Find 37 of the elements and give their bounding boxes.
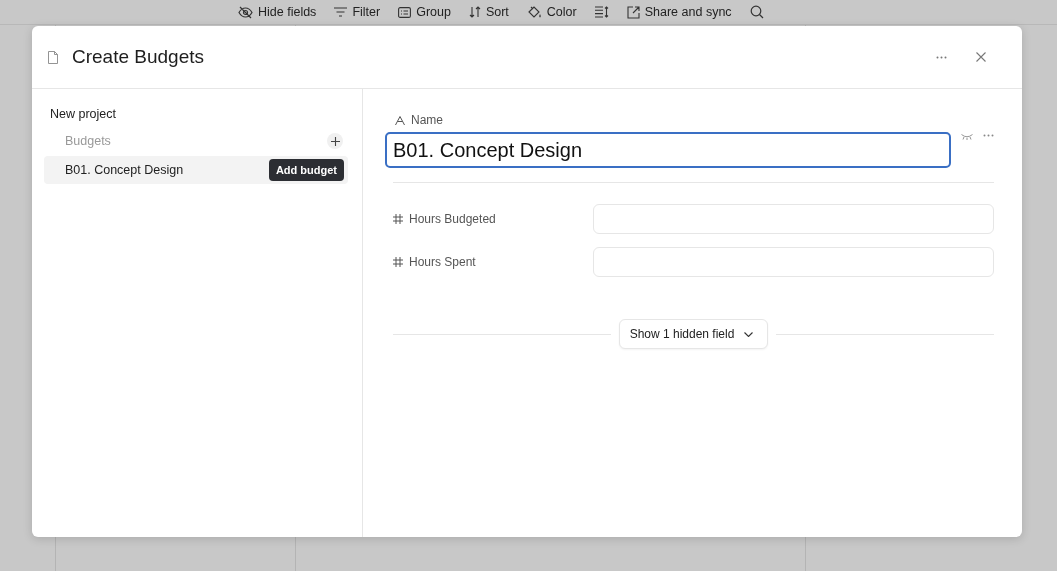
share-icon [626, 5, 640, 19]
close-icon [976, 52, 986, 62]
name-input[interactable]: B01. Concept Design [385, 132, 951, 168]
list-icon [398, 6, 412, 18]
field-label: Hours Spent [409, 255, 476, 269]
toolbar-button[interactable]: Filter [328, 1, 387, 23]
show-hidden-button[interactable]: Show 1 hidden field [618, 319, 769, 349]
tooltip: Add budget [268, 159, 344, 181]
text-type-icon [395, 115, 405, 125]
more-icon [935, 55, 947, 59]
eye-off-icon [238, 5, 253, 19]
toolbar-button[interactable]: Share and sync [620, 1, 738, 23]
toolbar-button[interactable]: Color [520, 1, 583, 23]
plus-icon [330, 136, 340, 146]
sort-icon [468, 6, 481, 18]
filter-icon [334, 7, 348, 17]
paint-bucket-icon [526, 5, 542, 19]
chevron-down-icon [744, 331, 754, 337]
section-label: Budgets [65, 134, 111, 148]
input-field[interactable] [593, 204, 994, 234]
toolbar-button[interactable]: Sort [462, 1, 515, 23]
document-icon [48, 50, 58, 64]
add-button[interactable] [327, 133, 343, 149]
toolbar-button[interactable]: Group [392, 1, 457, 23]
field-label: Name [411, 113, 443, 127]
hash-icon [393, 214, 403, 224]
toolbar-button[interactable]: Hide fields [232, 1, 323, 23]
field-label: Hours Budgeted [409, 212, 496, 226]
search-icon [749, 5, 764, 19]
row-height-icon [594, 6, 609, 18]
project-name: New project [49, 107, 117, 121]
sidebar-item[interactable]: B01. Concept Design Add budget [44, 156, 348, 184]
input-field[interactable] [593, 247, 994, 277]
more-icon [983, 134, 994, 137]
dialog-title: Create Budgets [72, 46, 206, 68]
eye-closed-icon [961, 134, 973, 140]
hash-icon [393, 257, 403, 267]
